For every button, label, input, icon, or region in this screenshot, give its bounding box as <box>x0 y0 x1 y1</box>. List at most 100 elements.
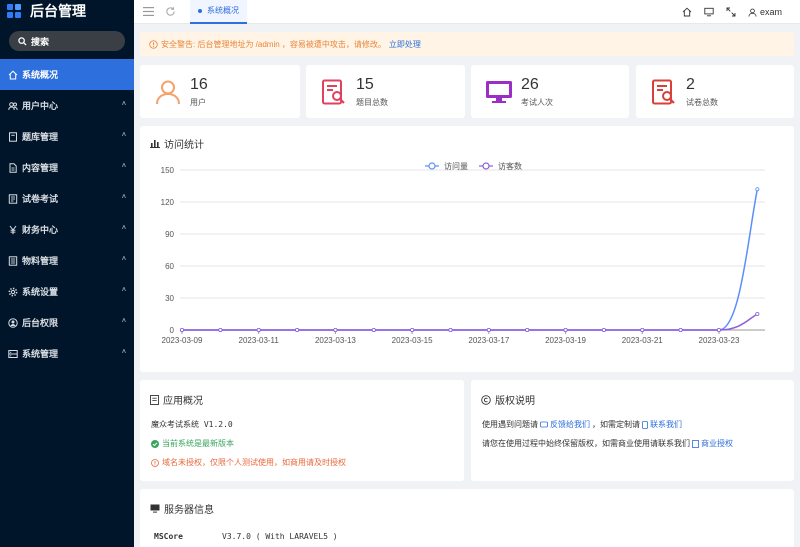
data-point <box>601 327 606 332</box>
data-point <box>180 327 185 332</box>
sidebar-item-label: 题库管理 <box>22 132 59 142</box>
document-icon <box>8 162 18 173</box>
alert-fix-link[interactable]: 立即处理 <box>389 39 421 50</box>
data-point <box>640 327 645 332</box>
chat-icon <box>540 421 548 427</box>
brand-title: 后台管理 <box>30 3 86 19</box>
legend-label: 访问量 <box>444 161 468 171</box>
sidebar-item-label: 物料管理 <box>22 256 59 266</box>
main-content: 安全警告: 后台管理地址为 /admin ，容易被遭中攻击，请修改。 立即处理 … <box>134 24 800 547</box>
hamburger-icon <box>142 7 154 16</box>
sidebar-item[interactable]: 试卷考试 ˄ <box>0 183 134 214</box>
stat-label: 题目总数 <box>356 97 388 107</box>
data-point <box>678 327 683 332</box>
server-icon <box>8 349 18 359</box>
commercial-license-link[interactable]: 商业授权 <box>701 438 733 449</box>
refresh-icon <box>165 7 175 16</box>
y-tick-label: 150 <box>161 166 175 175</box>
data-point <box>716 327 721 332</box>
x-tick-label: 2023-03-13 <box>315 336 356 345</box>
data-point <box>295 327 300 332</box>
feedback-link[interactable]: 反馈给我们 <box>550 419 590 430</box>
visit-line-chart: 0 30 60 90 120 150 2023-03-09 2023-03-11 2023-03… <box>161 161 765 345</box>
sidebar: 后台管理 搜索 系统概况 用户中心 ˄ 题库管理 ˄ 内容管理 ˄ 试卷考试 ˄ 财务中心 ˄ 物料管… <box>0 0 134 547</box>
sidebar-item-label: 财务中心 <box>22 225 59 235</box>
search-button[interactable]: 搜索 <box>9 31 125 51</box>
home-icon <box>8 70 18 80</box>
home-icon[interactable] <box>682 7 693 18</box>
stat-card-exam-attempts[interactable]: 26 考试人次 <box>471 65 629 118</box>
monitor-icon <box>150 504 160 513</box>
sidebar-item[interactable]: 后台权限 ˄ <box>0 307 134 338</box>
sidebar-item[interactable]: 系统管理 ˄ <box>0 338 134 369</box>
monitor-icon[interactable] <box>704 7 715 18</box>
sidebar-item-label: 后台权限 <box>22 318 59 328</box>
warning-icon <box>151 458 159 467</box>
sidebar-item[interactable]: 系统设置 ˄ <box>0 276 134 307</box>
monitor-icon <box>485 78 513 106</box>
server-info-card: 服务器信息 MSCore V3.7.0 ( With LARAVEL5 ) <box>140 489 794 547</box>
stat-value: 15 <box>356 75 374 93</box>
stat-card-questions[interactable]: 15 题目总数 <box>306 65 465 118</box>
x-tick-label: 2023-03-09 <box>162 336 203 345</box>
stat-value: 16 <box>190 75 208 93</box>
menu-toggle-button[interactable] <box>140 4 156 20</box>
user-icon <box>154 78 182 106</box>
card-header: 应用概况 <box>150 392 203 407</box>
users-icon <box>8 101 18 111</box>
data-point <box>755 311 760 316</box>
server-key: MSCore <box>154 532 183 541</box>
user-icon <box>748 8 757 17</box>
data-point <box>256 327 261 332</box>
sidebar-item[interactable]: 用户中心 ˄ <box>0 90 134 121</box>
legend-marker <box>428 162 436 170</box>
y-tick-label: 120 <box>161 198 175 207</box>
sidebar-item[interactable]: 题库管理 ˄ <box>0 121 134 152</box>
refresh-button[interactable] <box>162 4 178 20</box>
logo-icon <box>7 4 21 18</box>
warning-icon <box>149 39 158 49</box>
document-icon <box>150 394 159 405</box>
tab-overview[interactable]: 系统概况 <box>190 0 247 24</box>
chevron-up-icon: ˄ <box>121 318 126 325</box>
x-tick-label: 2023-03-19 <box>545 336 586 345</box>
brand[interactable]: 后台管理 <box>0 0 134 22</box>
data-point <box>525 327 530 332</box>
line1-mid: ，如需定制请 <box>592 420 640 429</box>
sidebar-item[interactable]: 财务中心 ˄ <box>0 214 134 245</box>
latest-version-status: 当前系统是最新版本 <box>151 438 234 449</box>
tab-label: 系统概况 <box>207 6 239 15</box>
search-label: 搜索 <box>31 36 50 47</box>
latest-text: 当前系统是最新版本 <box>162 439 234 448</box>
y-tick-label: 0 <box>170 326 175 335</box>
fullscreen-icon[interactable] <box>726 7 737 18</box>
data-point <box>486 327 491 332</box>
user-menu[interactable]: exam <box>748 7 782 17</box>
stat-value: 2 <box>686 75 695 93</box>
topbar: 系统概况 exam <box>134 0 800 24</box>
check-circle-icon <box>151 439 159 448</box>
sidebar-item[interactable]: 系统概况 <box>0 59 134 90</box>
legend-marker <box>482 162 490 170</box>
stat-card-papers[interactable]: 2 试卷总数 <box>636 65 794 118</box>
data-point <box>563 327 568 332</box>
security-alert: 安全警告: 后台管理地址为 /admin ，容易被遭中攻击，请修改。 立即处理 <box>140 32 794 56</box>
copyright-line-2: 请您在使用过程中始终保留版权，如需商业使用请联系我们 商业授权 <box>482 438 733 449</box>
sidebar-item-label: 内容管理 <box>22 163 59 173</box>
chevron-up-icon: ˄ <box>121 287 126 294</box>
sidebar-menu: 系统概况 用户中心 ˄ 题库管理 ˄ 内容管理 ˄ 试卷考试 ˄ 财务中心 ˄ 物料管理 ˄ 系统设置 ˄ 后… <box>0 59 134 369</box>
user-circle-icon <box>8 317 18 328</box>
stat-label: 用户 <box>190 97 206 107</box>
sidebar-item[interactable]: 物料管理 ˄ <box>0 245 134 276</box>
data-point <box>371 327 376 332</box>
chevron-up-icon: ˄ <box>121 101 126 108</box>
document-icon <box>692 439 699 448</box>
card-header: 服务器信息 <box>150 501 214 516</box>
exam-icon <box>8 193 18 204</box>
chevron-up-icon: ˄ <box>121 194 126 201</box>
sidebar-item[interactable]: 内容管理 ˄ <box>0 152 134 183</box>
x-tick-label: 2023-03-17 <box>468 336 509 345</box>
stat-card-users[interactable]: 16 用户 <box>140 65 300 118</box>
contact-link[interactable]: 联系我们 <box>650 419 682 430</box>
list-icon <box>8 255 18 266</box>
